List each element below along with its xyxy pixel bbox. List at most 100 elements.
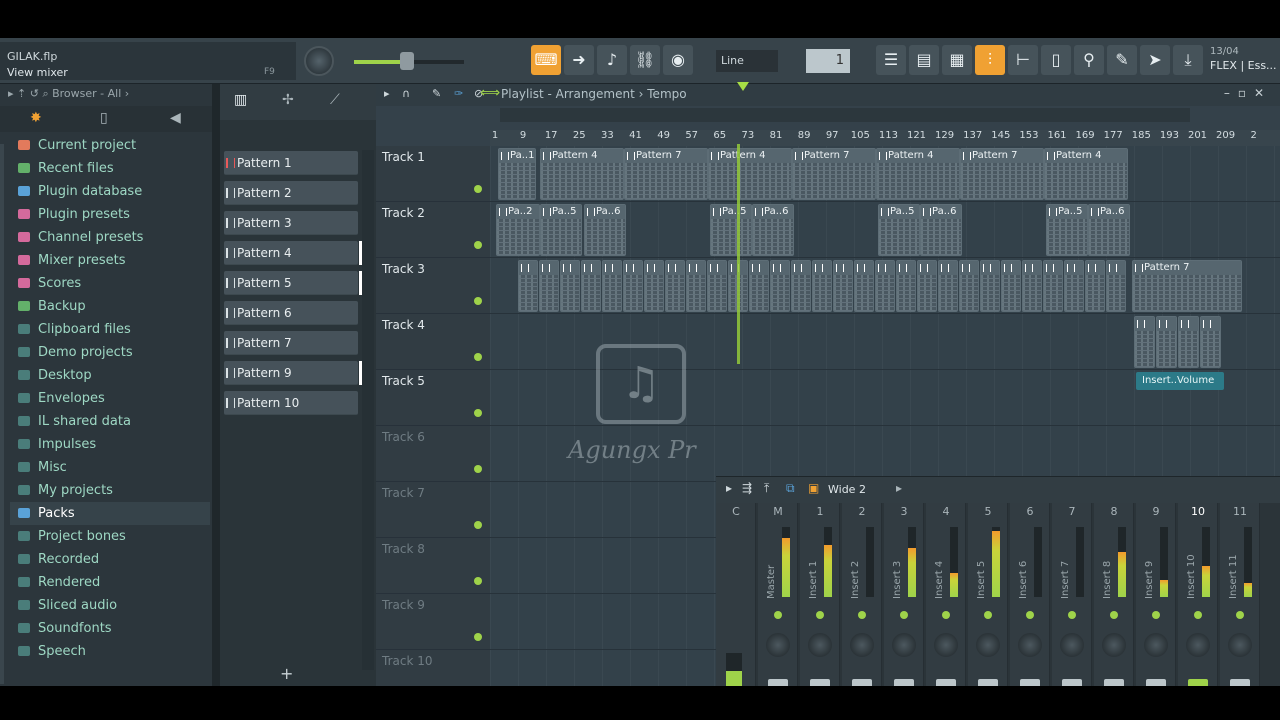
volume-fader[interactable] [1188, 679, 1208, 686]
volume-fader[interactable] [894, 679, 914, 686]
strip-enable-led[interactable] [1026, 611, 1034, 619]
mixer-strip[interactable]: 10 Insert 10 [1178, 503, 1218, 686]
automation-icon[interactable]: ⟋ [330, 92, 340, 108]
step-value[interactable]: 1 [806, 49, 850, 73]
pattern-clip[interactable]: Pattern 7 [792, 148, 876, 200]
browser-item[interactable]: Mixer presets [10, 249, 210, 272]
pan-knob[interactable] [892, 633, 916, 657]
pattern-clip[interactable]: Pattern 7 [960, 148, 1044, 200]
channel-rack-icon[interactable]: ▦ [942, 45, 972, 75]
magnet-icon[interactable]: ∩ [402, 87, 410, 100]
browser-item[interactable]: Envelopes [10, 387, 210, 410]
volume-fader[interactable] [1062, 679, 1082, 686]
pattern-item[interactable]: Pattern 5 [224, 271, 362, 295]
mixer-strip[interactable]: 8 Insert 8 [1094, 503, 1134, 686]
audio-icon[interactable]: ✢ [282, 92, 294, 108]
master-volume-knob[interactable] [304, 46, 334, 76]
browser-sun-icon[interactable]: ✸ [30, 110, 42, 126]
track-mute-led[interactable] [474, 297, 482, 305]
pattern-clip[interactable] [854, 260, 874, 312]
browser-item[interactable]: IL shared data [10, 410, 210, 433]
mixer-menu-icon[interactable]: ▸ [726, 481, 732, 495]
track-mute-led[interactable] [474, 577, 482, 585]
browser-item[interactable]: Current project [10, 134, 210, 157]
pattern-clip[interactable] [560, 260, 580, 312]
volume-fader[interactable] [1104, 679, 1124, 686]
panel-divider[interactable] [212, 84, 220, 686]
pattern-clip[interactable]: Pattern 4 [708, 148, 792, 200]
mixer-strip[interactable]: 2 Insert 2 [842, 503, 882, 686]
pattern-clip[interactable] [1001, 260, 1021, 312]
pattern-clip[interactable] [1200, 316, 1221, 368]
browser-item[interactable]: Clipboard files [10, 318, 210, 341]
track-header[interactable]: Track 3 [376, 258, 490, 314]
snap-select[interactable]: Line [716, 50, 778, 72]
volume-fader[interactable] [1020, 679, 1040, 686]
track-lane[interactable]: Pa..1 Pattern 4 Pattern 7 Pattern 4 Pattern … [490, 146, 1280, 202]
mixer-link-icon[interactable]: ⧉ [786, 481, 795, 496]
pattern-clip[interactable] [1156, 316, 1177, 368]
pattern-item[interactable]: Pattern 6 [224, 301, 358, 325]
pan-knob[interactable] [1102, 633, 1126, 657]
track-mute-led[interactable] [474, 633, 482, 641]
track-mute-led[interactable] [474, 409, 482, 417]
playhead-icon[interactable] [737, 82, 749, 91]
pattern-clip[interactable] [707, 260, 727, 312]
pattern-clip[interactable]: Pa..5 [710, 204, 752, 256]
pattern-clip[interactable] [770, 260, 790, 312]
typing-keyboard-icon[interactable]: ⌨ [531, 45, 561, 75]
add-pattern-icon[interactable]: + [280, 664, 293, 683]
browser-item[interactable]: Backup [10, 295, 210, 318]
pattern-clip[interactable]: Pa..1 [498, 148, 536, 200]
pan-knob[interactable] [1228, 633, 1252, 657]
strip-enable-led[interactable] [984, 611, 992, 619]
pattern-clip[interactable] [1064, 260, 1084, 312]
pattern-clip[interactable] [980, 260, 1000, 312]
volume-fader[interactable] [1146, 679, 1166, 686]
mixer-strip[interactable]: C [716, 503, 756, 686]
strip-enable-led[interactable] [858, 611, 866, 619]
mixer-strip[interactable]: 5 Insert 5 [968, 503, 1008, 686]
pattern-item[interactable]: Pattern 3 [224, 211, 358, 235]
pattern-item[interactable]: Pattern 10 [224, 391, 358, 415]
track-lane[interactable]: Pa..2 Pa..5 Pa..6 Pa..5 Pa..6 Pa..5 Pa..6 Pa..5… [490, 202, 1280, 258]
pattern-clip[interactable]: Pa..6 [584, 204, 626, 256]
browser-speaker-icon[interactable]: ◀ [170, 110, 181, 126]
file-icon[interactable]: ▯ [1041, 45, 1071, 75]
pan-knob[interactable] [1144, 633, 1168, 657]
pan-knob[interactable] [850, 633, 874, 657]
browser-item[interactable]: Impulses [10, 433, 210, 456]
browser-item[interactable]: Sliced audio [10, 594, 210, 617]
browser-item[interactable]: My projects [10, 479, 210, 502]
pattern-clip[interactable]: Pattern 4 [540, 148, 624, 200]
volume-fader[interactable] [852, 679, 872, 686]
pan-knob[interactable] [808, 633, 832, 657]
pattern-clip[interactable] [938, 260, 958, 312]
pattern-clip[interactable] [644, 260, 664, 312]
pattern-clip[interactable] [917, 260, 937, 312]
mixer-export-icon[interactable]: ⤒ [764, 481, 769, 496]
mixer-strip[interactable]: 1 Insert 1 [800, 503, 840, 686]
track-header[interactable]: Track 9 [376, 594, 490, 650]
picker-scrollbar[interactable] [362, 150, 374, 670]
strip-enable-led[interactable] [1110, 611, 1118, 619]
browser-doc-icon[interactable]: ▯ [100, 110, 108, 126]
browser-item[interactable]: Recorded [10, 548, 210, 571]
pattern-clip[interactable]: Pattern 4 [1044, 148, 1128, 200]
track-header[interactable]: Track 10 [376, 650, 490, 686]
pattern-clip[interactable] [749, 260, 769, 312]
browser-tree-icon[interactable]: ⊢ [1008, 45, 1038, 75]
volume-fader[interactable] [1230, 679, 1250, 686]
mixer-icon[interactable]: ⫶ [975, 45, 1005, 75]
track-header[interactable]: Track 2 [376, 202, 490, 258]
mixer-strip[interactable]: 6 Insert 6 [1010, 503, 1050, 686]
track-header[interactable]: Track 7 [376, 482, 490, 538]
arrow-icon[interactable]: ➤ [1140, 45, 1170, 75]
pattern-clip[interactable] [518, 260, 538, 312]
pattern-clip[interactable]: Pa..5 [540, 204, 582, 256]
metronome-icon[interactable]: ♪ [597, 45, 627, 75]
track-mute-led[interactable] [474, 521, 482, 529]
track-lane[interactable]: Pattern 7 [490, 258, 1280, 314]
pattern-item[interactable]: Pattern 1 [224, 151, 358, 175]
volume-fader[interactable] [978, 679, 998, 686]
